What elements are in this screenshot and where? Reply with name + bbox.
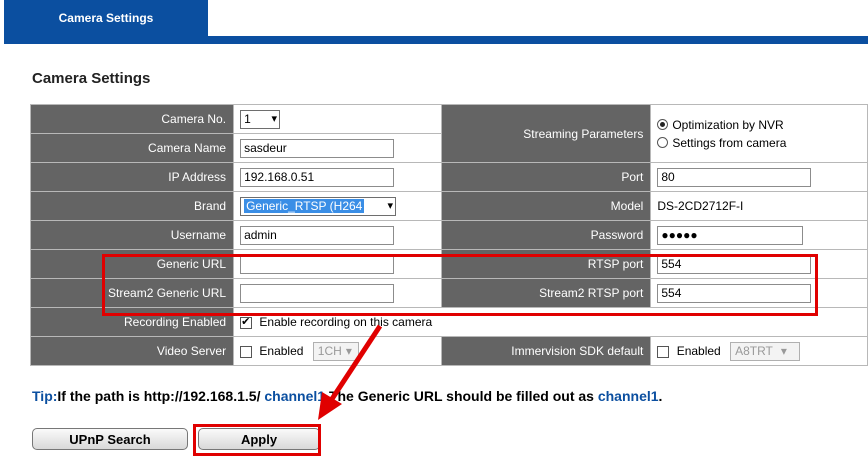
arrow-head-icon xyxy=(318,392,342,420)
arrow-line xyxy=(327,324,383,404)
annotation-arrow xyxy=(318,324,383,420)
